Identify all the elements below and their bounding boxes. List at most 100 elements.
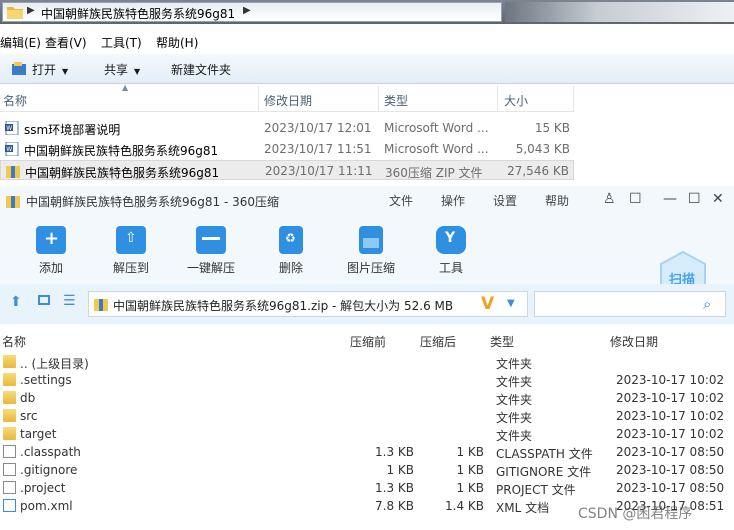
menu-help[interactable]: 帮助(H) [156, 34, 198, 51]
zcol-name[interactable]: 名称 [2, 333, 26, 350]
zip-row-name: .project [20, 481, 66, 495]
zip-row-type: CLASSPATH 文件 [496, 447, 593, 461]
zcol-type[interactable]: 类型 [490, 333, 514, 350]
zip-row-type: 文件夹 [496, 357, 533, 371]
file-name: 中国朝鲜族民族特色服务系统96g81 [24, 144, 219, 158]
zip-row-parent[interactable]: .. (上级目录) 文件夹 [0, 354, 734, 372]
zip-row[interactable]: .classpath 1.3 KB 1 KB CLASSPATH 文件 2023… [0, 444, 734, 462]
column-divider[interactable] [258, 86, 259, 112]
dropdown-arrow-icon: ▼ [62, 67, 69, 76]
image-compress-button[interactable]: 图片压缩 [341, 226, 401, 276]
zip-window-title: 中国朝鲜族民族特色服务系统96g81 - 360压缩 [26, 195, 280, 209]
search-box-blurred[interactable] [505, 2, 734, 22]
column-size[interactable]: 大小 [504, 92, 528, 109]
zip-menu-operate[interactable]: 操作 [441, 192, 465, 209]
zip-row-compressed: 1 KB [386, 463, 414, 477]
xml-file-icon [3, 499, 16, 512]
add-label: 添加 [38, 261, 63, 275]
zip-row-type: 文件夹 [496, 375, 533, 389]
zip-list-header: 名称 压缩前 压缩后 类型 修改日期 [0, 324, 734, 356]
zip-row-date: 2023-10-17 10:02 [616, 427, 725, 441]
delete-button[interactable]: ♻ 删除 [261, 226, 321, 276]
zip-row-name: .classpath [20, 445, 81, 459]
zip-row[interactable]: src 文件夹 2023-10-17 10:02 [0, 408, 734, 426]
file-date: 2023/10/17 11:11 [265, 164, 373, 178]
zip-row-uncompressed: 1 KB [456, 463, 484, 477]
file-type: 360压缩 ZIP 文件 [385, 166, 483, 180]
column-divider[interactable] [378, 86, 379, 112]
file-size: 15 KB [534, 121, 570, 135]
zip-row-compressed: 1.3 KB [375, 445, 414, 459]
menu-edit[interactable]: 编辑(E) [0, 34, 41, 51]
zip-archive-icon [94, 299, 108, 311]
zip-row-type: 文件夹 [496, 393, 533, 407]
zip-row-uncompressed: 1.4 KB [445, 499, 484, 513]
zip-row-compressed: 7.8 KB [375, 499, 414, 513]
search-icon[interactable]: ⌕ [703, 295, 711, 313]
new-folder-button[interactable]: 新建文件夹 [171, 61, 231, 78]
zip-row[interactable]: .project 1.3 KB 1 KB PROJECT 文件 2023-10-… [0, 480, 734, 498]
zcol-date[interactable]: 修改日期 [610, 333, 658, 350]
one-click-extract-button[interactable]: 一键解压 [181, 226, 241, 276]
maximize-icon[interactable]: ☐ [688, 191, 701, 207]
breadcrumb-arrow-icon[interactable]: ▶ [243, 5, 251, 16]
column-divider[interactable] [497, 86, 498, 112]
column-type[interactable]: 类型 [384, 92, 408, 109]
file-row[interactable]: W 中国朝鲜族民族特色服务系统96g81 2023/10/17 11:51 Mi… [0, 139, 574, 159]
folder-icon [3, 373, 16, 386]
zip-search-input[interactable]: ⌕ [534, 291, 726, 317]
minimize-icon[interactable]: — [663, 191, 677, 207]
zip-row-type: GITIGNORE 文件 [496, 465, 592, 479]
extract-to-button[interactable]: ⇧ 解压到 [101, 226, 161, 276]
zip-row[interactable]: .settings 文件夹 2023-10-17 10:02 [0, 372, 734, 390]
up-arrow-icon[interactable]: ⬆ [10, 294, 22, 310]
menu-view[interactable]: 查看(V) [45, 34, 87, 51]
zip-menu-settings[interactable]: 设置 [493, 192, 517, 209]
zip-path-field[interactable]: 中国朝鲜族民族特色服务系统96g81.zip - 解包大小为 52.6 MB V… [88, 291, 528, 317]
zcol-uncompressed[interactable]: 压缩后 [420, 333, 456, 350]
zip-row-date: 2023-10-17 10:02 [616, 373, 725, 387]
image-compress-icon [359, 226, 383, 254]
menu-tools[interactable]: 工具(T) [101, 34, 142, 51]
zip-row-type: PROJECT 文件 [496, 483, 576, 497]
file-row-selected[interactable]: 中国朝鲜族民族特色服务系统96g81 2023/10/17 11:11 360压… [0, 160, 574, 180]
address-box[interactable]: ▶ 中国朝鲜族民族特色服务系统96g81 ▶ [2, 2, 502, 22]
zip-row-name: target [20, 427, 57, 441]
folder-icon [3, 409, 16, 422]
file-date: 2023/10/17 12:01 [264, 121, 372, 135]
verified-v-icon: V [481, 294, 495, 314]
zip-toolbar: + 添加 ⇧ 解压到 一键解压 ♻ 删除 图片压缩 Y 工具 扫描 [0, 216, 734, 306]
file-icon [3, 481, 16, 494]
column-divider[interactable] [573, 86, 574, 112]
breadcrumb[interactable]: 中国朝鲜族民族特色服务系统96g81 [41, 5, 235, 22]
file-icon [3, 463, 16, 476]
column-name[interactable]: 名称 [3, 92, 27, 109]
menu-bar: 编辑(E) 查看(V) 工具(T) 帮助(H) [0, 32, 734, 52]
folder-icon [3, 391, 16, 404]
feedback-icon[interactable]: ☐ [629, 191, 642, 207]
add-button[interactable]: + 添加 [21, 226, 81, 276]
zip-row-date: 2023-10-17 08:50 [616, 481, 725, 495]
file-row[interactable]: W ssm环境部署说明 2023/10/17 12:01 Microsoft W… [0, 118, 574, 138]
zip-menu-file[interactable]: 文件 [389, 192, 413, 209]
column-date[interactable]: 修改日期 [264, 92, 312, 109]
file-date: 2023/10/17 11:51 [264, 142, 372, 156]
open-label: 打开 [32, 63, 57, 77]
zip-menu-help[interactable]: 帮助 [545, 192, 569, 209]
zcol-compressed[interactable]: 压缩前 [350, 333, 386, 350]
breadcrumb-arrow-icon[interactable]: ▶ [27, 5, 35, 16]
share-button[interactable]: 共享 ▼ [104, 61, 140, 78]
dropdown-arrow-icon[interactable]: ▼ [507, 298, 515, 309]
view-icon[interactable] [38, 295, 50, 305]
zip-row-type: 文件夹 [496, 429, 533, 443]
open-icon [12, 62, 26, 75]
zip-row[interactable]: target 文件夹 2023-10-17 10:02 [0, 426, 734, 444]
zip-row[interactable]: .gitignore 1 KB 1 KB GITIGNORE 文件 2023-1… [0, 462, 734, 480]
tools-button[interactable]: Y 工具 [421, 226, 481, 276]
close-icon[interactable]: ✕ [712, 191, 724, 207]
skin-icon[interactable]: ♙ [603, 191, 616, 207]
open-button[interactable]: 打开 ▼ [32, 61, 68, 78]
list-view-icon[interactable]: ☰ [63, 293, 76, 309]
word-doc-icon: W [5, 142, 19, 156]
zip-row[interactable]: db 文件夹 2023-10-17 10:02 [0, 390, 734, 408]
